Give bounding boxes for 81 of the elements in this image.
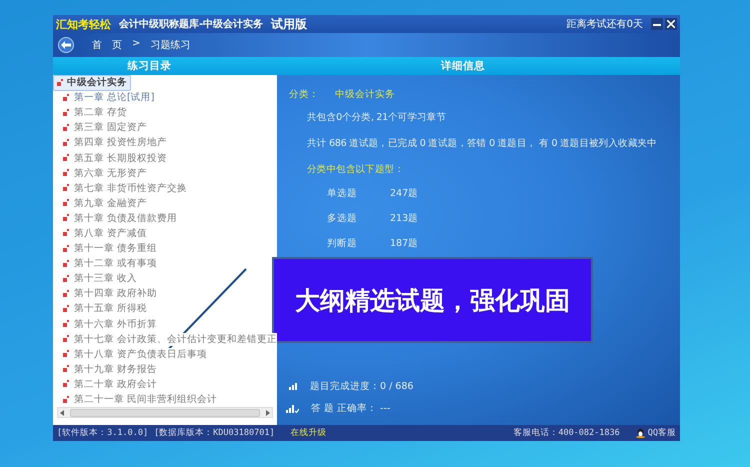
- chapter-bullet-icon: [63, 260, 70, 268]
- type-name: 多选题: [327, 212, 358, 225]
- detail-header: 详细信息: [440, 59, 486, 74]
- window-title: 会计中级职称题库-中级会计实务: [119, 17, 264, 31]
- chapter-bullet-icon: [63, 184, 70, 192]
- chapter-item[interactable]: 第六章 无形资产: [74, 166, 148, 180]
- chapter-bullet-icon: [63, 244, 70, 253]
- chapter-bullet-icon: [63, 274, 70, 283]
- chapter-item[interactable]: 第十二章 或有事项: [74, 257, 158, 270]
- chapter-item[interactable]: 第五章 长期股权投资: [74, 152, 168, 165]
- software-version: [软件版本：3.1.0.0]: [57, 427, 148, 439]
- type-name: 判断题: [327, 237, 358, 250]
- folder-bullet-icon: [57, 78, 64, 87]
- chapter-bullet-icon: [63, 154, 70, 162]
- totals-text: 共计 686 道试题，已完成 0 道试题，答错 0 道题目， 有 0 道题目被列入收藏夹中: [306, 137, 658, 150]
- tree-root-item[interactable]: 中级会计实务: [53, 74, 131, 91]
- home-link[interactable]: 首 页: [92, 38, 122, 52]
- chapter-item[interactable]: 第一章 总论[试用]: [74, 91, 154, 104]
- bar-chart-icon: [289, 383, 298, 390]
- type-count: 187题: [390, 237, 418, 250]
- type-name: 单选题: [327, 187, 358, 200]
- accuracy-text: 答 题 正确率： ---: [311, 402, 390, 415]
- close-button[interactable]: [665, 18, 677, 30]
- chapter-bullet-icon: [63, 290, 70, 298]
- chapter-bullet-icon: [63, 94, 70, 102]
- chapter-item[interactable]: 第四章 投资性房地产: [74, 136, 168, 150]
- category-value: 中级会计实务: [335, 88, 395, 101]
- upgrade-link[interactable]: 在线升级: [290, 427, 327, 439]
- chapter-item[interactable]: 第七章 非货币性资产交换: [74, 182, 188, 195]
- chapter-item[interactable]: 第二十章 政府会计: [74, 378, 158, 391]
- bar-chart-check-icon: [286, 404, 299, 412]
- chapter-bullet-icon: [63, 229, 70, 238]
- chapter-item[interactable]: 第九章 金融资产: [74, 196, 148, 210]
- types-heading: 分类中包含以下题型：: [306, 163, 406, 176]
- database-version: [数据库版本：KDU03180701]: [154, 427, 275, 439]
- breadcrumb-separator: >: [132, 38, 140, 51]
- chapter-bullet-icon: [63, 304, 70, 313]
- penguin-icon: [636, 428, 645, 438]
- edition-label: 试用版: [271, 16, 308, 32]
- chapter-bullet-icon: [63, 108, 70, 117]
- type-count: 213题: [390, 212, 418, 225]
- progress-text: 题目完成进度：0 / 686: [310, 380, 414, 393]
- chapter-bullet-icon: [63, 124, 70, 132]
- chapter-item[interactable]: 第十五章 所得税: [74, 302, 148, 316]
- chapter-bullet-icon: [63, 350, 70, 358]
- scroll-right-icon: [266, 410, 270, 416]
- catalog-header: 练习目录: [126, 59, 172, 74]
- chapter-item[interactable]: 第二章 存货: [74, 106, 128, 120]
- chapter-item[interactable]: 第十六章 外币折算: [74, 318, 158, 331]
- chapter-item[interactable]: 第十三章 收入: [74, 272, 138, 286]
- chapter-bullet-icon: [63, 214, 70, 222]
- chapter-bullet-icon: [63, 138, 70, 147]
- exam-countdown: 距离考试还有0天: [566, 18, 643, 31]
- back-button[interactable]: [58, 37, 74, 53]
- type-count: 247题: [390, 187, 418, 200]
- chapter-bullet-icon: [63, 380, 70, 388]
- chapter-bullet-icon: [63, 365, 70, 374]
- chapter-item[interactable]: 第十九章 财务报告: [74, 362, 158, 376]
- chapter-item[interactable]: 第十四章 政府补助: [74, 287, 158, 300]
- hotline-text: 客服电话：400-082-1836: [513, 427, 620, 439]
- chapter-item[interactable]: 第十一章 债务重组: [74, 242, 158, 256]
- chapter-bullet-icon: [63, 169, 70, 178]
- chapter-bullet-icon: [63, 335, 70, 344]
- app-logo: 汇知考轻松: [56, 16, 111, 32]
- current-page: 习题练习: [150, 39, 190, 52]
- chapter-bullet-icon: [63, 199, 70, 208]
- minimize-button[interactable]: [651, 18, 663, 30]
- chapter-bullet-icon: [63, 320, 70, 328]
- chapter-item[interactable]: 第八章 资产减值: [74, 226, 148, 240]
- scroll-left-icon: [60, 410, 64, 416]
- chapter-item[interactable]: 第三章 固定资产: [74, 121, 148, 134]
- summary-text: 共包含0个分类, 21个可学习章节: [306, 111, 448, 124]
- chapter-item[interactable]: 第二十一章 民间非营利组织会计: [74, 393, 218, 406]
- chapter-bullet-icon: [63, 396, 70, 404]
- category-label: 分类：: [289, 88, 319, 101]
- close-icon: [667, 20, 675, 28]
- chapter-item[interactable]: 第十章 负债及借款费用: [74, 212, 178, 225]
- back-arrow-icon: [61, 41, 71, 49]
- chapter-item[interactable]: 第十八章 资产负债表日后事项: [74, 348, 208, 361]
- qq-service-link[interactable]: QQ客服: [636, 427, 676, 439]
- horizontal-scrollbar[interactable]: [57, 407, 273, 418]
